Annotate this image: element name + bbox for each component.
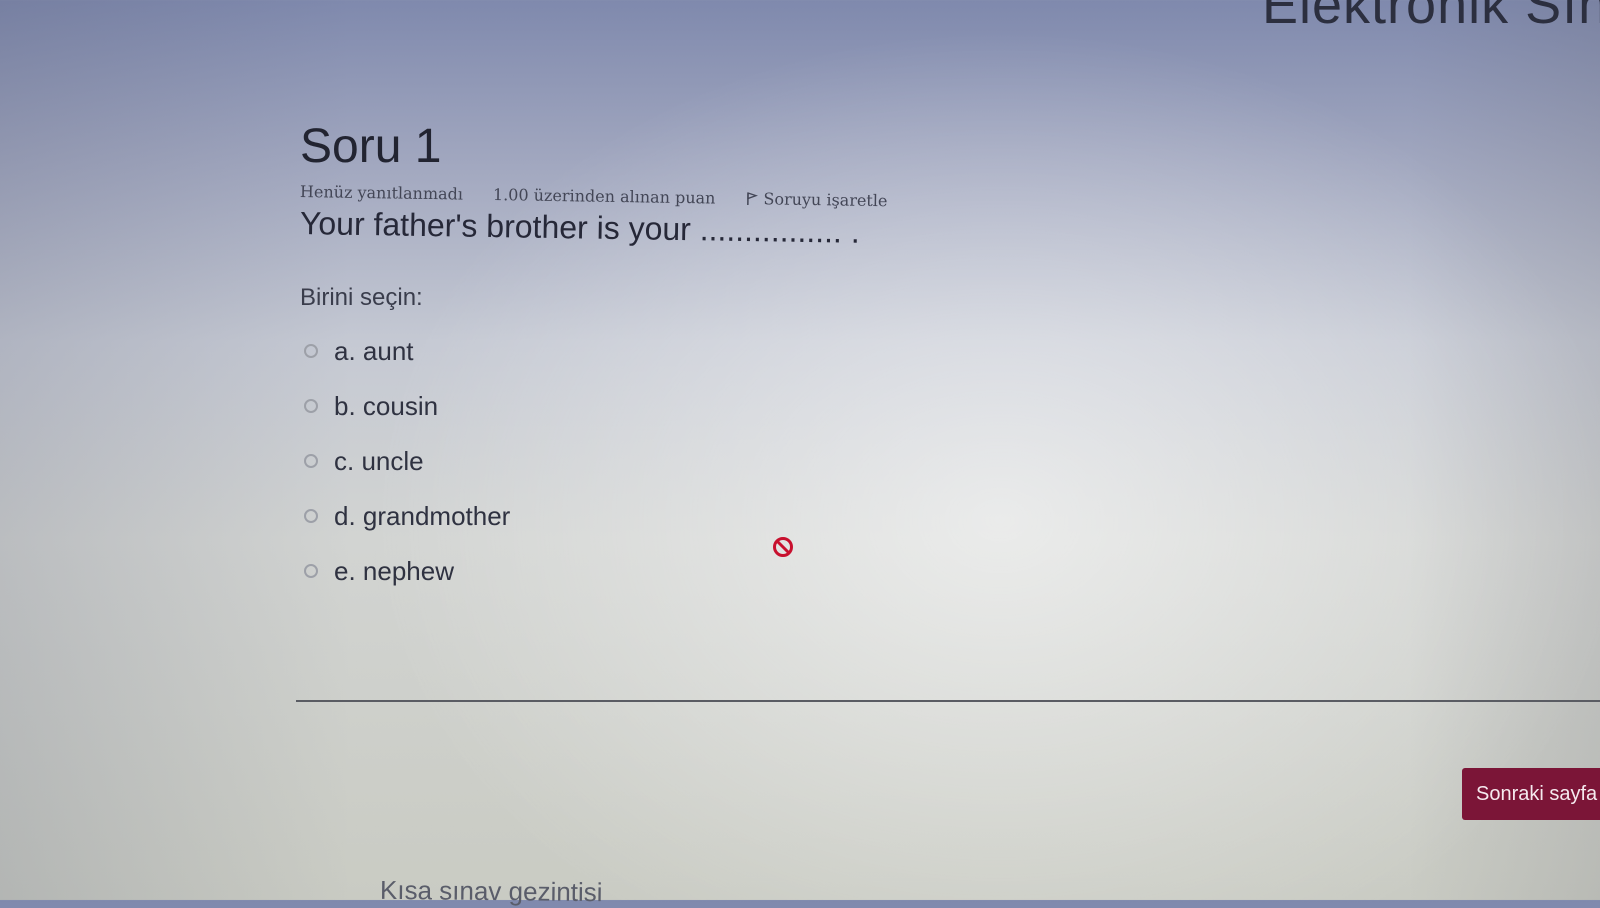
radio-button[interactable] [304,454,318,468]
quiz-navigation-heading: Kısa sınav gezintisi [380,875,603,908]
question-status: Henüz yanıtlanmadı [300,182,463,204]
answer-option-label: a. aunt [334,336,414,367]
radio-button[interactable] [304,344,318,358]
question-block: Soru 1 Henüz yanıtlanmadı 1.00 üzerinden… [300,118,940,599]
answer-option-c[interactable]: c. uncle [304,434,940,489]
answer-option-d[interactable]: d. grandmother [304,489,940,544]
answer-option-label: e. nephew [334,556,454,587]
radio-button[interactable] [304,564,318,578]
answer-option-label: d. grandmother [334,501,510,532]
question-title: Soru 1 [300,118,940,176]
answer-option-e[interactable]: e. nephew [304,544,940,599]
radio-button[interactable] [304,509,318,523]
answer-option-a[interactable]: a. aunt [304,324,940,379]
flag-question-link[interactable]: Soruyu işaretle [745,189,887,210]
flag-icon [745,191,757,205]
choose-one-prompt: Birini seçin: [300,284,940,312]
answer-option-b[interactable]: b. cousin [304,379,940,434]
question-grade: 1.00 üzerinden alınan puan [493,185,716,207]
flag-question-label: Soruyu işaretle [763,189,887,210]
answer-option-label: b. cousin [334,391,438,422]
section-divider [296,700,1600,702]
question-text: Your father's brother is your ..........… [300,205,941,252]
not-allowed-icon [772,536,794,558]
next-page-button[interactable]: Sonraki sayfa [1462,768,1600,820]
page-header-title: Elektronik Sın [1262,0,1600,36]
radio-button[interactable] [304,399,318,413]
answer-options: a. aunt b. cousin c. uncle d. grandmothe… [304,324,940,599]
answer-option-label: c. uncle [334,446,424,477]
